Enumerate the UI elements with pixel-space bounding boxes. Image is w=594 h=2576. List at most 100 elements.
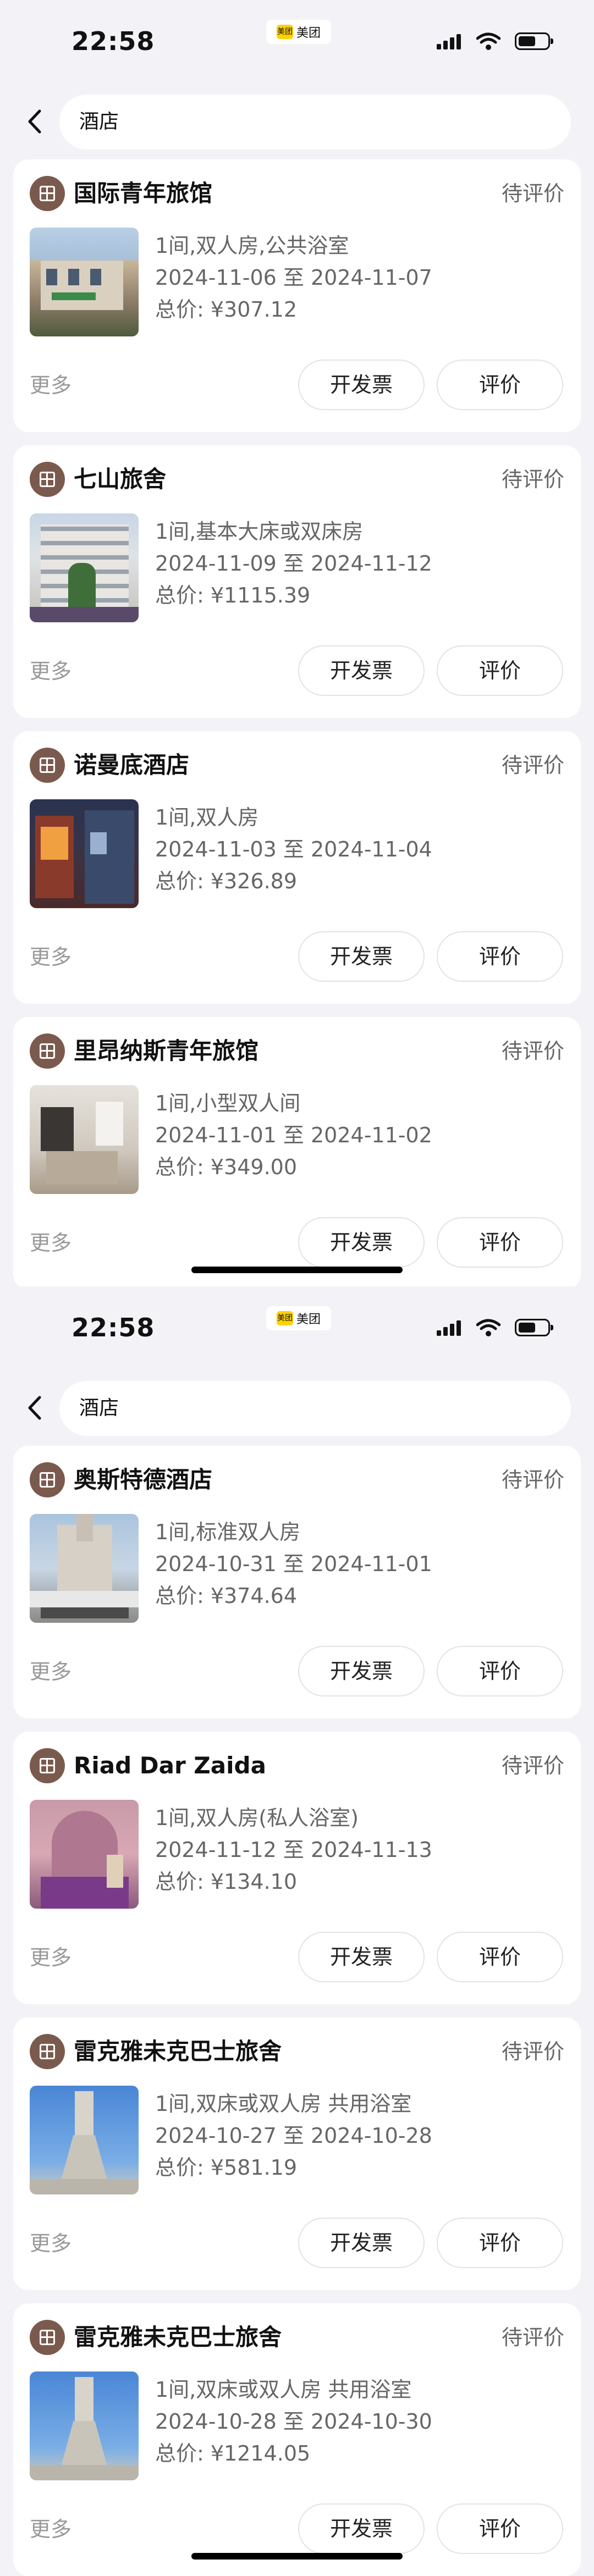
review-button[interactable]: 评价 [437, 645, 563, 696]
order-card[interactable]: 奥斯特德酒店 待评价 1间,标准双人房 2024-10-31 至 2024-11… [13, 1446, 581, 1718]
room-info: 1间,标准双人房 [155, 1520, 301, 1544]
order-card[interactable]: 七山旅舍 待评价 1间,基本大床或双床房 2024-11-09 至 2024-1… [13, 445, 581, 718]
review-button[interactable]: 评价 [437, 2503, 563, 2554]
stay-dates: 2024-11-12 至 2024-11-13 [155, 1838, 432, 1862]
battery-icon [515, 32, 553, 50]
battery-icon [515, 1319, 553, 1336]
hotel-thumbnail[interactable] [30, 513, 139, 622]
nav-bar: 酒店 [0, 1379, 594, 1436]
order-card[interactable]: 雷克雅未克巴士旅舍 待评价 1间,双床或双人房 共用浴室 2024-10-28 … [13, 2303, 581, 2576]
hotel-name[interactable]: 里昂纳斯青年旅馆 [74, 1033, 258, 1069]
hotel-name[interactable]: 国际青年旅馆 [74, 176, 212, 211]
order-details: 1间,小型双人间 2024-11-01 至 2024-11-02 总价: ¥34… [155, 1087, 432, 1183]
review-button[interactable]: 评价 [437, 360, 563, 410]
cellular-signal-icon [437, 1319, 463, 1336]
order-status: 待评价 [501, 1039, 564, 1063]
stay-dates: 2024-11-03 至 2024-11-04 [155, 837, 432, 861]
back-chevron-icon[interactable] [21, 107, 51, 136]
review-button[interactable]: 评价 [437, 1217, 563, 1268]
home-indicator[interactable] [191, 2553, 403, 2560]
review-button[interactable]: 评价 [437, 1932, 563, 1982]
search-input[interactable]: 酒店 [59, 1381, 571, 1436]
total-price: 总价: ¥581.19 [155, 2155, 298, 2180]
meituan-logo-icon: 美团 [276, 25, 293, 39]
order-card[interactable]: Riad Dar Zaida 待评价 1间,双人房(私人浴室) 2024-11-… [13, 1732, 581, 2004]
order-status: 待评价 [501, 2039, 564, 2064]
order-details: 1间,双人房,公共浴室 2024-11-06 至 2024-11-07 总价: … [155, 230, 432, 325]
more-link[interactable]: 更多 [30, 1229, 72, 1257]
more-link[interactable]: 更多 [30, 2230, 72, 2257]
stay-dates: 2024-11-06 至 2024-11-07 [155, 266, 432, 290]
system-icons [437, 32, 553, 51]
hotel-name[interactable]: Riad Dar Zaida [74, 1748, 266, 1783]
status-bar: 22:58 美团 美团 [0, 0, 594, 82]
order-status: 待评价 [501, 1754, 564, 1778]
more-link[interactable]: 更多 [30, 372, 72, 399]
total-price: 总价: ¥307.12 [155, 297, 298, 322]
order-status: 待评价 [501, 467, 564, 491]
hotel-name[interactable]: 诺曼底酒店 [74, 748, 189, 783]
nav-bar: 酒店 [0, 92, 594, 150]
system-icons [437, 1318, 553, 1337]
search-input[interactable]: 酒店 [59, 95, 571, 150]
hotel-name[interactable]: 雷克雅未克巴士旅舍 [74, 2320, 282, 2355]
order-card[interactable]: 诺曼底酒店 待评价 1间,双人房 2024-11-03 至 2024-11-04… [13, 731, 581, 1004]
order-card[interactable]: 雷克雅未克巴士旅舍 待评价 1间,双床或双人房 共用浴室 2024-10-27 … [13, 2017, 581, 2290]
order-card[interactable]: 国际青年旅馆 待评价 1间,双人房,公共浴室 2024-11-06 至 2024… [13, 159, 581, 432]
hotel-thumbnail[interactable] [30, 228, 139, 336]
more-link[interactable]: 更多 [30, 2516, 72, 2543]
review-button[interactable]: 评价 [437, 1646, 563, 1696]
invoice-button[interactable]: 开发票 [298, 2503, 425, 2554]
stay-dates: 2024-10-31 至 2024-11-01 [155, 1552, 432, 1576]
order-details: 1间,双床或双人房 共用浴室 2024-10-27 至 2024-10-28 总… [155, 2088, 432, 2183]
more-link[interactable]: 更多 [30, 943, 72, 971]
hotel-thumbnail[interactable] [30, 1514, 139, 1623]
invoice-button[interactable]: 开发票 [298, 360, 425, 410]
wifi-icon [476, 32, 501, 50]
hotel-thumbnail[interactable] [30, 2086, 139, 2194]
order-details: 1间,标准双人房 2024-10-31 至 2024-11-01 总价: ¥37… [155, 1516, 432, 1612]
room-info: 1间,小型双人间 [155, 1091, 301, 1115]
hotel-name[interactable]: 七山旅舍 [74, 462, 166, 497]
total-price: 总价: ¥326.89 [155, 869, 298, 893]
room-info: 1间,双人房 [155, 805, 259, 830]
order-status: 待评价 [501, 2325, 564, 2350]
hotel-thumbnail[interactable] [30, 1800, 139, 1909]
invoice-button[interactable]: 开发票 [298, 1646, 425, 1696]
status-bar: 22:58 美团 美团 [0, 1286, 594, 1369]
cellular-signal-icon [437, 33, 463, 49]
invoice-button[interactable]: 开发票 [298, 931, 425, 982]
room-info: 1间,基本大床或双床房 [155, 519, 364, 544]
total-price: 总价: ¥349.00 [155, 1155, 298, 1179]
hotel-thumbnail[interactable] [30, 1085, 139, 1194]
order-card[interactable]: 里昂纳斯青年旅馆 待评价 1间,小型双人间 2024-11-01 至 2024-… [13, 1017, 581, 1290]
invoice-button[interactable]: 开发票 [298, 645, 425, 696]
home-indicator[interactable] [191, 1267, 403, 1273]
hotel-name[interactable]: 奥斯特德酒店 [74, 1462, 212, 1497]
app-badge-label: 美团 [296, 26, 321, 40]
total-price: 总价: ¥1214.05 [155, 2441, 311, 2466]
stay-dates: 2024-11-09 至 2024-11-12 [155, 551, 432, 576]
hotel-name[interactable]: 雷克雅未克巴士旅舍 [74, 2034, 282, 2069]
review-button[interactable]: 评价 [437, 2218, 563, 2268]
hotel-thumbnail[interactable] [30, 2372, 139, 2480]
invoice-button[interactable]: 开发票 [298, 1932, 425, 1982]
total-price: 总价: ¥1115.39 [155, 583, 311, 607]
hotel-icon [30, 2034, 65, 2069]
stay-dates: 2024-10-27 至 2024-10-28 [155, 2124, 432, 2148]
order-status: 待评价 [501, 181, 564, 206]
more-link[interactable]: 更多 [30, 657, 72, 685]
app-badge: 美团 美团 [266, 1306, 331, 1330]
more-link[interactable]: 更多 [30, 1944, 72, 1971]
hotel-icon [30, 2320, 65, 2355]
invoice-button[interactable]: 开发票 [298, 2218, 425, 2268]
app-badge: 美团 美团 [266, 20, 331, 44]
order-details: 1间,基本大床或双床房 2024-11-09 至 2024-11-12 总价: … [155, 516, 432, 611]
room-info: 1间,双床或双人房 共用浴室 [155, 2378, 412, 2402]
hotel-thumbnail[interactable] [30, 799, 139, 908]
total-price: 总价: ¥134.10 [155, 1870, 298, 1894]
invoice-button[interactable]: 开发票 [298, 1217, 425, 1268]
back-chevron-icon[interactable] [21, 1393, 51, 1423]
more-link[interactable]: 更多 [30, 1658, 72, 1685]
review-button[interactable]: 评价 [437, 931, 563, 982]
